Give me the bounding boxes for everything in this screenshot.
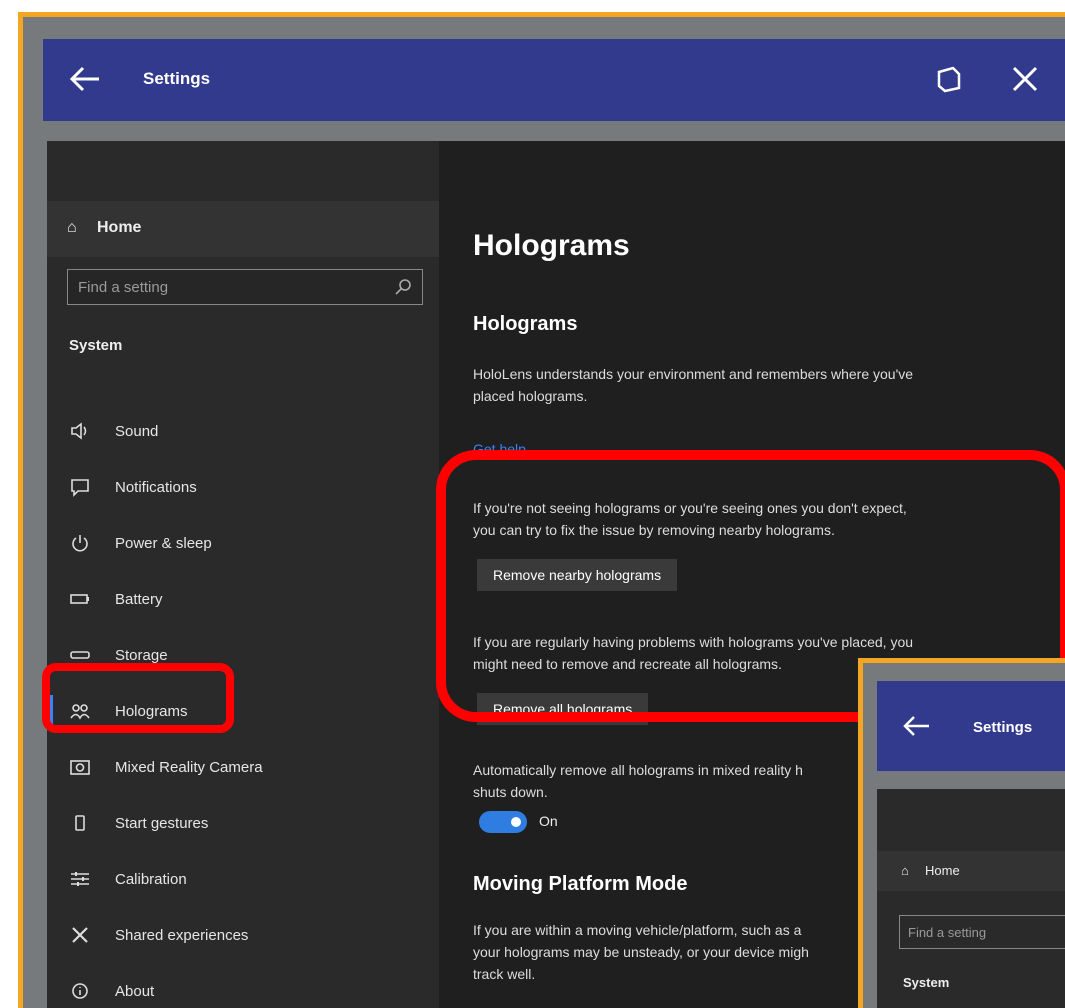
home-label: Home (97, 219, 142, 236)
sidebar-item-label: Battery (115, 591, 163, 608)
sidebar-item-mixed-reality-camera[interactable]: Mixed Reality Camera (69, 747, 429, 787)
inset-sidebar-home[interactable]: ⌂ Home (877, 851, 1065, 891)
sidebar-item-label: Notifications (115, 479, 197, 496)
snap-window-icon[interactable] (933, 63, 965, 95)
sidebar-item-label: Shared experiences (115, 927, 249, 944)
storage-icon (70, 651, 90, 659)
sidebar-item-label: Power & sleep (115, 535, 212, 552)
sidebar-item-label: Storage (115, 647, 168, 664)
search-input[interactable]: Find a setting (67, 269, 423, 305)
home-icon: ⌂ (67, 219, 77, 236)
calibration-icon (71, 872, 89, 886)
section-system: System (69, 337, 123, 354)
sidebar-item-label: About (115, 983, 155, 1000)
sidebar-item-shared-experiences[interactable]: Shared experiences (69, 915, 429, 955)
cross-icon (72, 927, 88, 943)
toggle-state-label: On (539, 813, 558, 829)
battery-icon (70, 594, 89, 604)
section-title: Holograms (473, 313, 578, 335)
sidebar: ⌂ Home Find a setting System Sound Notifi… (47, 141, 439, 1008)
sidebar-item-notifications[interactable]: Notifications (69, 467, 429, 507)
power-icon (72, 535, 88, 552)
holograms-nav-highlight (42, 663, 234, 733)
phone-icon (75, 815, 85, 831)
inset-window: ⌂ Home Find a setting System (877, 789, 1065, 1008)
title-bar: Settings (43, 39, 1065, 121)
inset-section-system: System (903, 975, 950, 990)
inset-search-input[interactable]: Find a setting (899, 915, 1065, 949)
search-icon[interactable] (394, 278, 412, 296)
sidebar-item-sound[interactable]: Sound (69, 411, 429, 451)
camera-icon (70, 760, 90, 775)
page-title: Holograms (473, 229, 630, 262)
sidebar-home[interactable]: ⌂ Home (47, 201, 439, 257)
inset-window-title: Settings (973, 719, 1033, 736)
sidebar-item-start-gestures[interactable]: Start gestures (69, 803, 429, 843)
close-icon[interactable] (1005, 59, 1045, 99)
sidebar-item-label: Start gestures (115, 815, 209, 832)
inset-home-label: Home (925, 863, 960, 878)
info-icon (72, 983, 88, 999)
chat-bubble-icon (71, 479, 89, 497)
speaker-icon (71, 422, 87, 440)
intro-text: HoloLens understands your environment an… (473, 366, 914, 404)
home-icon: ⌂ (901, 863, 909, 878)
inset-screenshot: Settings ⌂ Home Find a setting System (858, 658, 1065, 1008)
sidebar-item-label: Mixed Reality Camera (115, 759, 263, 776)
back-arrow-icon[interactable] (899, 709, 933, 743)
sidebar-item-battery[interactable]: Battery (69, 579, 429, 619)
back-arrow-icon[interactable] (65, 59, 105, 99)
sidebar-item-calibration[interactable]: Calibration (69, 859, 429, 899)
auto-remove-toggle[interactable] (479, 811, 527, 833)
window-title: Settings (143, 69, 211, 88)
inset-title-bar: Settings (877, 681, 1065, 771)
search-placeholder: Find a setting (78, 279, 169, 296)
sidebar-item-about[interactable]: About (69, 971, 429, 1008)
moving-platform-title: Moving Platform Mode (473, 873, 688, 895)
sidebar-item-label: Sound (115, 423, 159, 440)
toggle-knob (511, 817, 521, 827)
inset-search-placeholder: Find a setting (908, 925, 987, 940)
sidebar-item-label: Calibration (115, 871, 187, 888)
sidebar-item-power-sleep[interactable]: Power & sleep (69, 523, 429, 563)
